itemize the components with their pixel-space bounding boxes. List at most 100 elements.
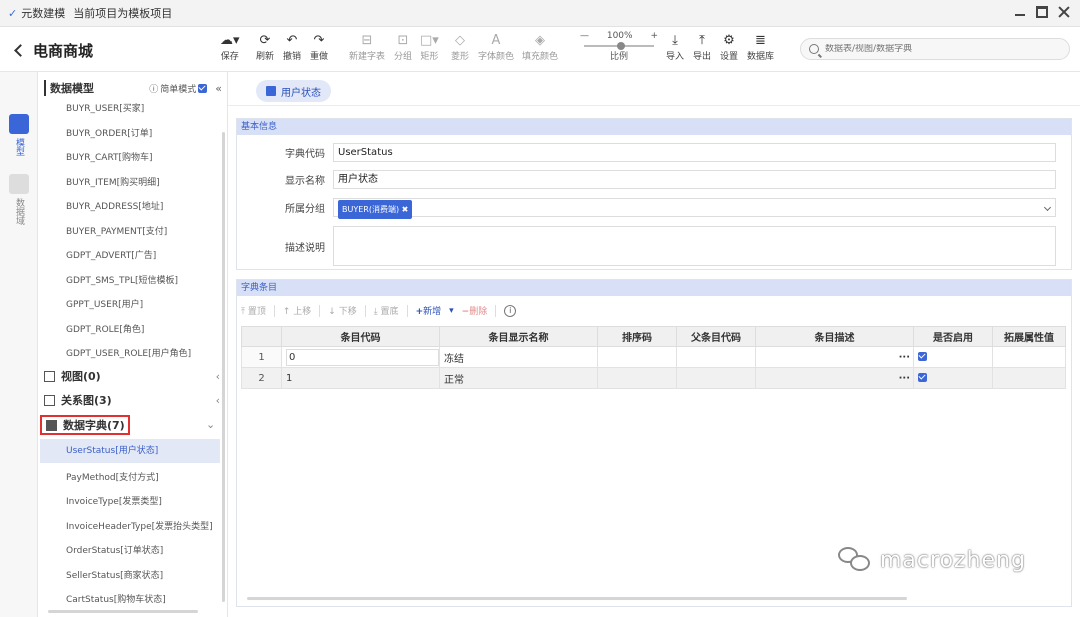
tree-table-item[interactable]: GDPT_SMS_TPL[短信模板] [66,273,178,286]
group-button[interactable]: ⊡ 分组 [394,33,412,62]
tree-dict-item[interactable]: SellerStatus[商家状态] [66,568,163,581]
grid-horizontal-scrollbar[interactable] [247,597,907,600]
diamond-button[interactable]: ◇ 菱形 [451,33,469,62]
group-tag[interactable]: BUYER(消费端) ✖ [338,200,413,219]
tree-table-item[interactable]: BUYR_CART[购物车] [66,150,153,163]
zoom-slider[interactable] [584,42,654,50]
tree-group-views[interactable]: 视图(0) ‹ [44,366,220,386]
move-up-button[interactable]: ↑ 上移 [283,304,311,317]
group-select[interactable]: BUYER(消费端) ✖ [333,198,1056,219]
table-row[interactable]: 1 0 冻结 ··· [241,346,1066,368]
col-ext-attr[interactable]: 拓展属性值 [992,326,1066,347]
tree-table-item[interactable]: GPPT_USER[用户] [66,297,143,310]
add-dropdown-icon[interactable]: ▾ [449,306,454,316]
chevron-down-icon[interactable]: ⌄ [206,418,215,431]
cell-parent-code[interactable] [676,346,756,368]
tree-table-item[interactable]: BUYR_ORDER[订单] [66,126,152,139]
col-sort[interactable]: 排序码 [597,326,677,347]
cell-description[interactable]: ··· [755,367,914,389]
app-name: 元数建模 [21,7,66,20]
cell-sort[interactable] [597,346,677,368]
maximize-button[interactable] [1036,6,1048,18]
display-name-input[interactable]: 用户状态 [333,170,1056,189]
rail-item-model[interactable]: 模型 [9,114,29,156]
new-table-button[interactable]: ⊟ 新建字表 [349,33,385,62]
tree-dict-item[interactable]: InvoiceType[发票类型] [66,494,162,507]
cell-description[interactable]: ··· [755,346,914,368]
simple-mode-checkbox[interactable] [198,83,208,93]
undo-icon: ↶ [286,33,298,48]
tree-dict-item[interactable]: CartStatus[购物车状态] [66,592,166,605]
settings-button[interactable]: ⚙ 设置 [720,33,738,62]
move-bottom-button[interactable]: ⤓ 置底 [374,304,399,317]
export-button[interactable]: ⤒ 导出 [693,33,711,62]
minimize-button[interactable] [1014,6,1026,18]
tree-dict-item[interactable]: PayMethod[支付方式] [66,470,159,483]
wechat-icon [838,547,872,573]
refresh-button[interactable]: ⟳ 刷新 [256,33,274,62]
table-row[interactable]: 2 1 正常 ··· [241,367,1066,389]
dict-items-header: 字典条目 [237,280,1071,296]
enabled-checkbox[interactable] [918,352,927,361]
add-item-button[interactable]: +新增 [416,304,442,317]
tree-group-dictionary[interactable]: 数据字典(7) [40,415,130,435]
tree-table-item[interactable]: BUYR_ITEM[购买明细] [66,175,160,188]
back-button[interactable]: 电商商城 [14,40,93,61]
cell-sort[interactable] [597,367,677,389]
tree-dict-item[interactable]: InvoiceHeaderType[发票抬头类型] [66,519,213,532]
undo-button[interactable]: ↶ 撤销 [283,33,301,62]
tree-table-item[interactable]: GDPT_ROLE[角色] [66,322,144,335]
col-enabled[interactable]: 是否启用 [913,326,993,347]
dict-code-input[interactable]: UserStatus [333,143,1056,162]
fill-color-button[interactable]: ◈ 填充颜色 [522,33,558,62]
tab-user-status[interactable]: 用户状态 [256,80,331,102]
rect-button[interactable]: □▾ 矩形 [420,33,439,62]
delete-item-button[interactable]: −删除 [462,304,488,317]
cell-item-name[interactable]: 正常 [439,367,598,389]
zoom-slider-knob[interactable] [617,42,625,50]
tree-table-item[interactable]: BUYR_ADDRESS[地址] [66,199,163,212]
search-input[interactable] [825,44,1055,54]
move-down-button[interactable]: ↓ 下移 [328,304,356,317]
tree-table-item[interactable]: GDPT_ADVERT[广告] [66,248,156,261]
tree-table-item[interactable]: BUYER_PAYMENT[支付] [66,224,167,237]
tree-horizontal-scrollbar[interactable] [48,610,198,613]
tree-table-item[interactable]: GDPT_USER_ROLE[用户角色] [66,346,191,359]
more-icon[interactable]: ··· [899,352,910,363]
rail-item-data-domain[interactable]: 数据域 [9,174,29,225]
col-description[interactable]: 条目描述 [755,326,914,347]
simple-mode-toggle[interactable]: ⓘ 简单模式 [149,82,208,95]
save-button[interactable]: ☁▾ 保存 [220,33,240,62]
cell-item-code[interactable]: 0 [281,346,440,368]
cell-item-name[interactable]: 冻结 [439,346,598,368]
collapse-panel-icon[interactable]: « [215,82,222,95]
more-icon[interactable]: ··· [899,373,910,384]
font-color-button[interactable]: A 字体颜色 [478,33,514,62]
col-item-name[interactable]: 条目显示名称 [439,326,598,347]
search-box[interactable] [800,38,1070,60]
cell-enabled[interactable] [913,346,993,368]
col-item-code[interactable]: 条目代码 [281,326,440,347]
info-icon[interactable]: i [504,304,517,317]
description-textarea[interactable] [333,226,1056,266]
zoom-in-button[interactable]: + [650,31,658,41]
redo-button[interactable]: ↷ 重做 [310,33,328,62]
cell-parent-code[interactable] [676,367,756,389]
move-top-button[interactable]: ⤒ 置顶 [241,304,266,317]
tree-table-item[interactable]: BUYR_USER[买家] [66,101,144,114]
tree-vertical-scrollbar[interactable] [222,132,225,602]
tree-dict-item-selected[interactable]: UserStatus[用户状态] [40,439,220,463]
cell-ext-attr[interactable] [992,346,1066,368]
close-button[interactable] [1058,6,1070,18]
zoom-out-button[interactable]: — [580,31,589,41]
import-button[interactable]: ⤓ 导入 [666,33,684,62]
col-parent-code[interactable]: 父条目代码 [676,326,756,347]
enabled-checkbox[interactable] [918,373,927,382]
cell-item-code[interactable]: 1 [281,367,440,389]
tree-dict-item[interactable]: OrderStatus[订单状态] [66,543,163,556]
database-button[interactable]: ≣ 数据库 [747,33,774,62]
cell-enabled[interactable] [913,367,993,389]
tree-group-relations[interactable]: 关系图(3) ‹ [44,390,220,410]
cell-ext-attr[interactable] [992,367,1066,389]
main-area: 用户状态 基本信息 字典代码 UserStatus 显示名称 用户状态 所属分组… [228,72,1080,617]
